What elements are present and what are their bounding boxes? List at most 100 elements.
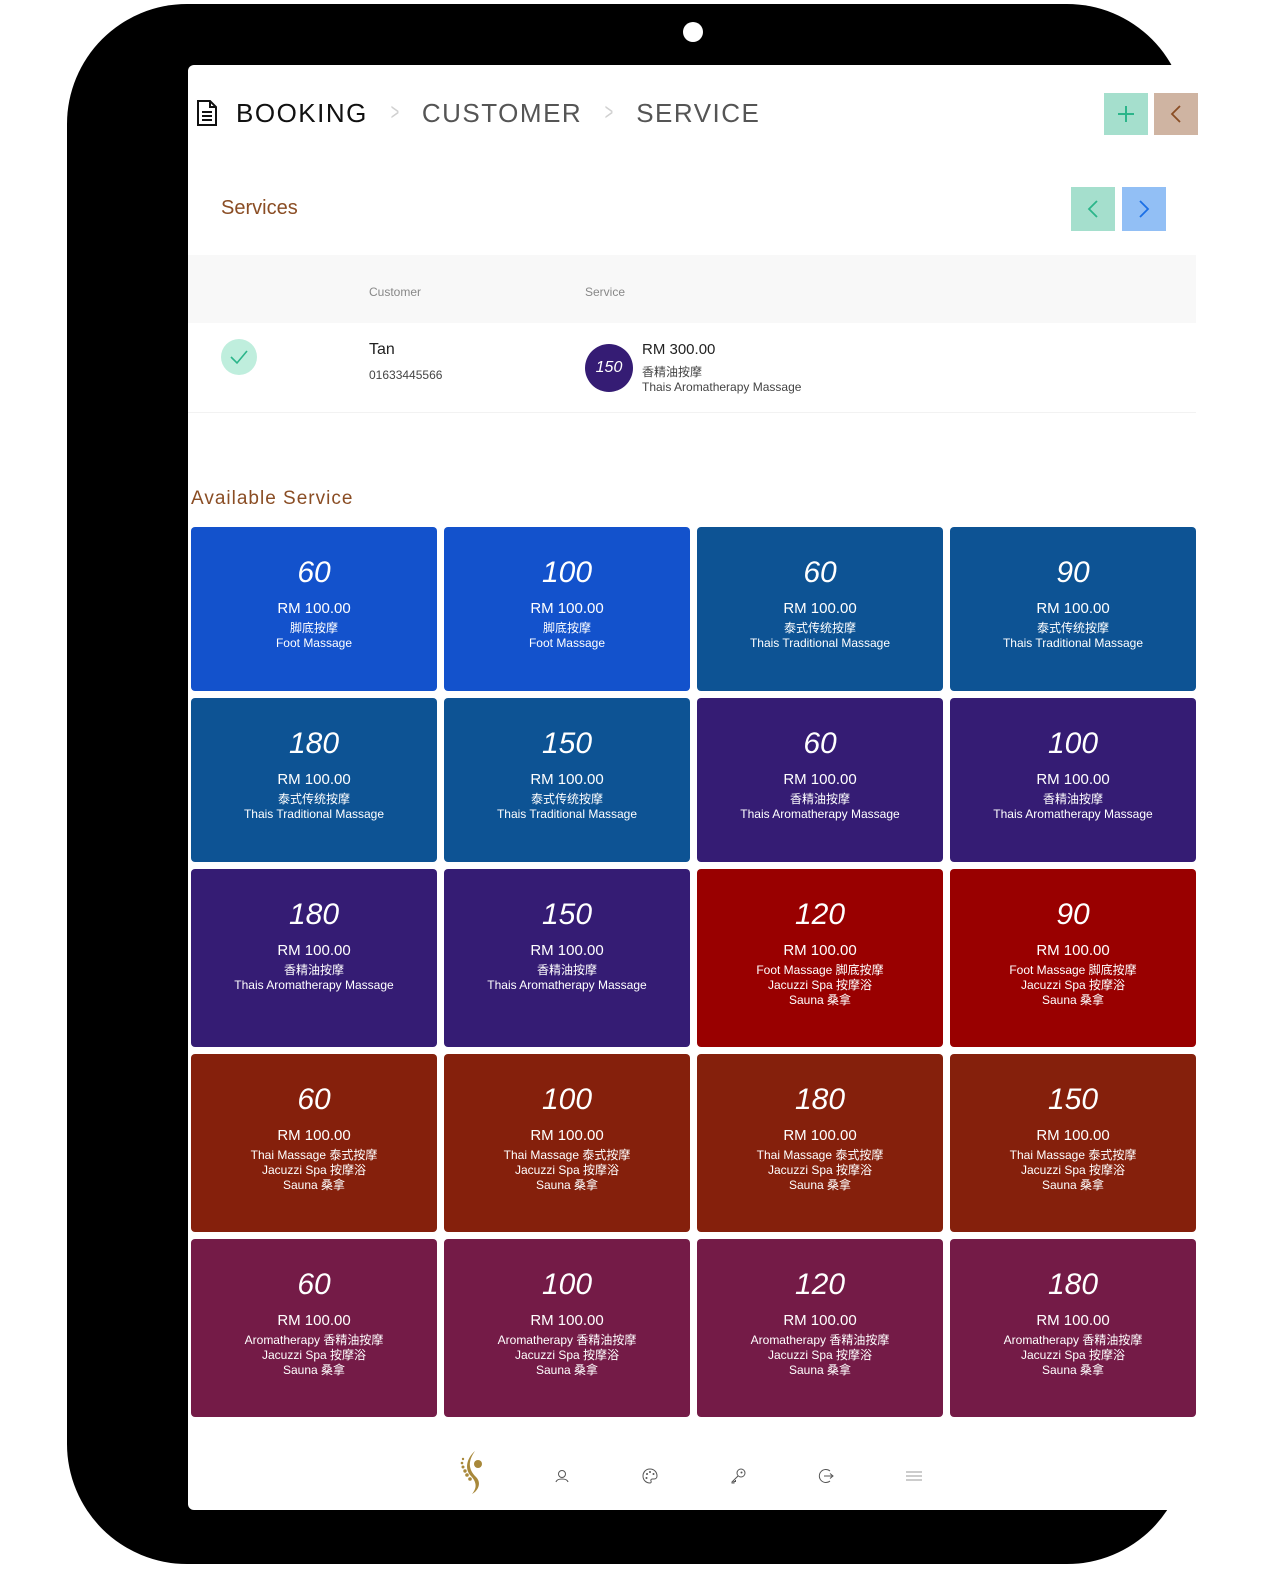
chevron-right-icon: >	[604, 99, 614, 126]
service-description: Thai Massage 泰式按摩 Jacuzzi Spa 按摩浴 Sauna …	[503, 1148, 631, 1192]
service-price: RM 100.00	[277, 1312, 351, 1329]
service-duration: 100	[1047, 727, 1099, 760]
customer-name: Tan	[369, 341, 395, 358]
service-description: Thai Massage 泰式按摩 Jacuzzi Spa 按摩浴 Sauna …	[756, 1148, 884, 1192]
service-card[interactable]: 60 RM 100.00 脚底按摩 Foot Massage	[191, 527, 437, 691]
logout-icon[interactable]	[815, 1465, 837, 1487]
service-description: Aromatherapy 香精油按摩 Jacuzzi Spa 按摩浴 Sauna…	[750, 1333, 890, 1377]
chevron-right-icon	[1139, 200, 1150, 218]
prev-button[interactable]	[1071, 187, 1115, 231]
service-duration: 90	[1056, 898, 1090, 931]
service-duration: 90	[1056, 556, 1090, 589]
service-price: RM 100.00	[277, 942, 351, 959]
service-card[interactable]: 60 RM 100.00 Thai Massage 泰式按摩 Jacuzzi Spa…	[191, 1054, 437, 1232]
service-card[interactable]: 150 RM 100.00 香精油按摩 Thais Aromatherapy Mas…	[444, 869, 690, 1047]
service-card[interactable]: 90 RM 100.00 泰式传统按摩 Thais Traditional Mass…	[950, 527, 1196, 691]
service-price: RM 100.00	[277, 771, 351, 788]
service-card[interactable]: 180 RM 100.00 Aromatherapy 香精油按摩 Jacuzzi S…	[950, 1239, 1196, 1417]
service-price: RM 100.00	[783, 771, 857, 788]
check-icon	[230, 350, 248, 365]
available-service-title: Available Service	[191, 488, 354, 509]
service-card[interactable]: 120 RM 100.00 Aromatherapy 香精油按摩 Jacuzzi S…	[697, 1239, 943, 1417]
status-badge[interactable]	[221, 339, 257, 375]
back-button[interactable]	[1154, 93, 1198, 135]
service-price: RM 100.00	[783, 600, 857, 617]
service-card[interactable]: 100 RM 100.00 脚底按摩 Foot Massage	[444, 527, 690, 691]
service-duration: 120	[794, 1268, 846, 1301]
service-card[interactable]: 180 RM 100.00 Thai Massage 泰式按摩 Jacuzzi Sp…	[697, 1054, 943, 1232]
service-duration: 60	[297, 1268, 331, 1301]
service-card[interactable]: 100 RM 100.00 Thai Massage 泰式按摩 Jacuzzi Sp…	[444, 1054, 690, 1232]
service-name-cn: 香精油按摩	[642, 365, 703, 379]
service-description: Aromatherapy 香精油按摩 Jacuzzi Spa 按摩浴 Sauna…	[1003, 1333, 1143, 1377]
service-price: RM 100.00	[1036, 1127, 1110, 1144]
service-card[interactable]: 120 RM 100.00 Foot Massage 脚底按摩 Jacuzzi Sp…	[697, 869, 943, 1047]
service-description: Foot Massage 脚底按摩 Jacuzzi Spa 按摩浴 Sauna …	[1009, 963, 1137, 1007]
service-description: Foot Massage 脚底按摩 Jacuzzi Spa 按摩浴 Sauna …	[756, 963, 884, 1007]
plus-icon	[1118, 106, 1134, 122]
service-description: 泰式传统按摩 Thais Traditional Massage	[243, 792, 385, 821]
service-duration: 180	[1047, 1268, 1099, 1301]
spine-logo-icon[interactable]	[458, 1447, 488, 1495]
services-title: Services	[221, 197, 298, 219]
service-description: 香精油按摩 Thais Aromatherapy Massage	[993, 792, 1153, 821]
service-description: 香精油按摩 Thais Aromatherapy Massage	[487, 963, 647, 992]
breadcrumb-service[interactable]: SERVICE	[636, 98, 760, 129]
service-duration: 100	[541, 1268, 593, 1301]
column-header-service: Service	[585, 285, 626, 299]
service-price: RM 100.00	[1036, 600, 1110, 617]
service-duration: 60	[297, 556, 331, 589]
service-price: RM 100.00	[530, 600, 604, 617]
camera-dot	[683, 22, 703, 42]
add-button[interactable]	[1104, 93, 1148, 135]
service-card[interactable]: 60 RM 100.00 Aromatherapy 香精油按摩 Jacuzzi Sp…	[191, 1239, 437, 1417]
breadcrumb-customer[interactable]: CUSTOMER	[422, 98, 582, 129]
service-card[interactable]: 180 RM 100.00 香精油按摩 Thais Aromatherapy Mas…	[191, 869, 437, 1047]
breadcrumb: BOOKING > CUSTOMER > SERVICE	[196, 95, 760, 131]
service-card[interactable]: 100 RM 100.00 Aromatherapy 香精油按摩 Jacuzzi S…	[444, 1239, 690, 1417]
service-description: 香精油按摩 Thais Aromatherapy Massage	[234, 963, 394, 992]
service-card[interactable]: 180 RM 100.00 泰式传统按摩 Thais Traditional Mas…	[191, 698, 437, 862]
service-duration: 150	[541, 898, 593, 931]
header: BOOKING > CUSTOMER > SERVICE	[188, 65, 1202, 165]
service-card[interactable]: 90 RM 100.00 Foot Massage 脚底按摩 Jacuzzi Spa…	[950, 869, 1196, 1047]
next-button[interactable]	[1122, 187, 1166, 231]
breadcrumb-booking[interactable]: BOOKING	[236, 98, 368, 129]
service-duration: 180	[288, 727, 340, 760]
app-screen: BOOKING > CUSTOMER > SERVICE Services Cu…	[188, 65, 1202, 1510]
chevron-left-icon	[1170, 105, 1181, 123]
customer-phone: 01633445566	[369, 368, 443, 382]
service-description: 泰式传统按摩 Thais Traditional Massage	[749, 621, 891, 650]
service-description: Aromatherapy 香精油按摩 Jacuzzi Spa 按摩浴 Sauna…	[244, 1333, 384, 1377]
service-card[interactable]: 150 RM 100.00 泰式传统按摩 Thais Traditional Mas…	[444, 698, 690, 862]
service-price: RM 100.00	[1036, 1312, 1110, 1329]
service-duration: 100	[541, 1083, 593, 1116]
service-description: Aromatherapy 香精油按摩 Jacuzzi Spa 按摩浴 Sauna…	[497, 1333, 637, 1377]
service-duration: 180	[794, 1083, 846, 1116]
user-icon[interactable]	[551, 1465, 573, 1487]
key-icon[interactable]	[727, 1465, 749, 1487]
service-description: 脚底按摩 Foot Massage	[528, 621, 606, 650]
service-price: RM 100.00	[530, 942, 604, 959]
service-duration: 150	[1047, 1083, 1099, 1116]
service-name-en: Thais Aromatherapy Massage	[642, 380, 802, 394]
service-price: RM 100.00	[783, 942, 857, 959]
service-description: 泰式传统按摩 Thais Traditional Massage	[1002, 621, 1144, 650]
service-duration: 100	[541, 556, 593, 589]
service-card[interactable]: 150 RM 100.00 Thai Massage 泰式按摩 Jacuzzi Sp…	[950, 1054, 1196, 1232]
chevron-right-icon: >	[390, 99, 400, 126]
service-card[interactable]: 60 RM 100.00 泰式传统按摩 Thais Traditional Mass…	[697, 527, 943, 691]
palette-icon[interactable]	[639, 1465, 661, 1487]
bottom-nav	[188, 1435, 1202, 1510]
service-price: RM 100.00	[530, 1312, 604, 1329]
service-duration: 60	[803, 556, 837, 589]
service-card[interactable]: 100 RM 100.00 香精油按摩 Thais Aromatherapy Mas…	[950, 698, 1196, 862]
service-card[interactable]: 60 RM 100.00 香精油按摩 Thais Aromatherapy Mass…	[697, 698, 943, 862]
table-row[interactable]: Tan 01633445566 150 RM 300.00 香精油按摩 Thai…	[188, 323, 1196, 413]
chevron-left-icon	[1087, 200, 1098, 218]
tablet-frame: BOOKING > CUSTOMER > SERVICE Services Cu…	[67, 4, 1202, 1564]
service-description: 脚底按摩 Foot Massage	[275, 621, 353, 650]
menu-icon[interactable]	[903, 1465, 925, 1487]
service-description: Thai Massage 泰式按摩 Jacuzzi Spa 按摩浴 Sauna …	[1009, 1148, 1137, 1192]
service-price: RM 100.00	[277, 600, 351, 617]
